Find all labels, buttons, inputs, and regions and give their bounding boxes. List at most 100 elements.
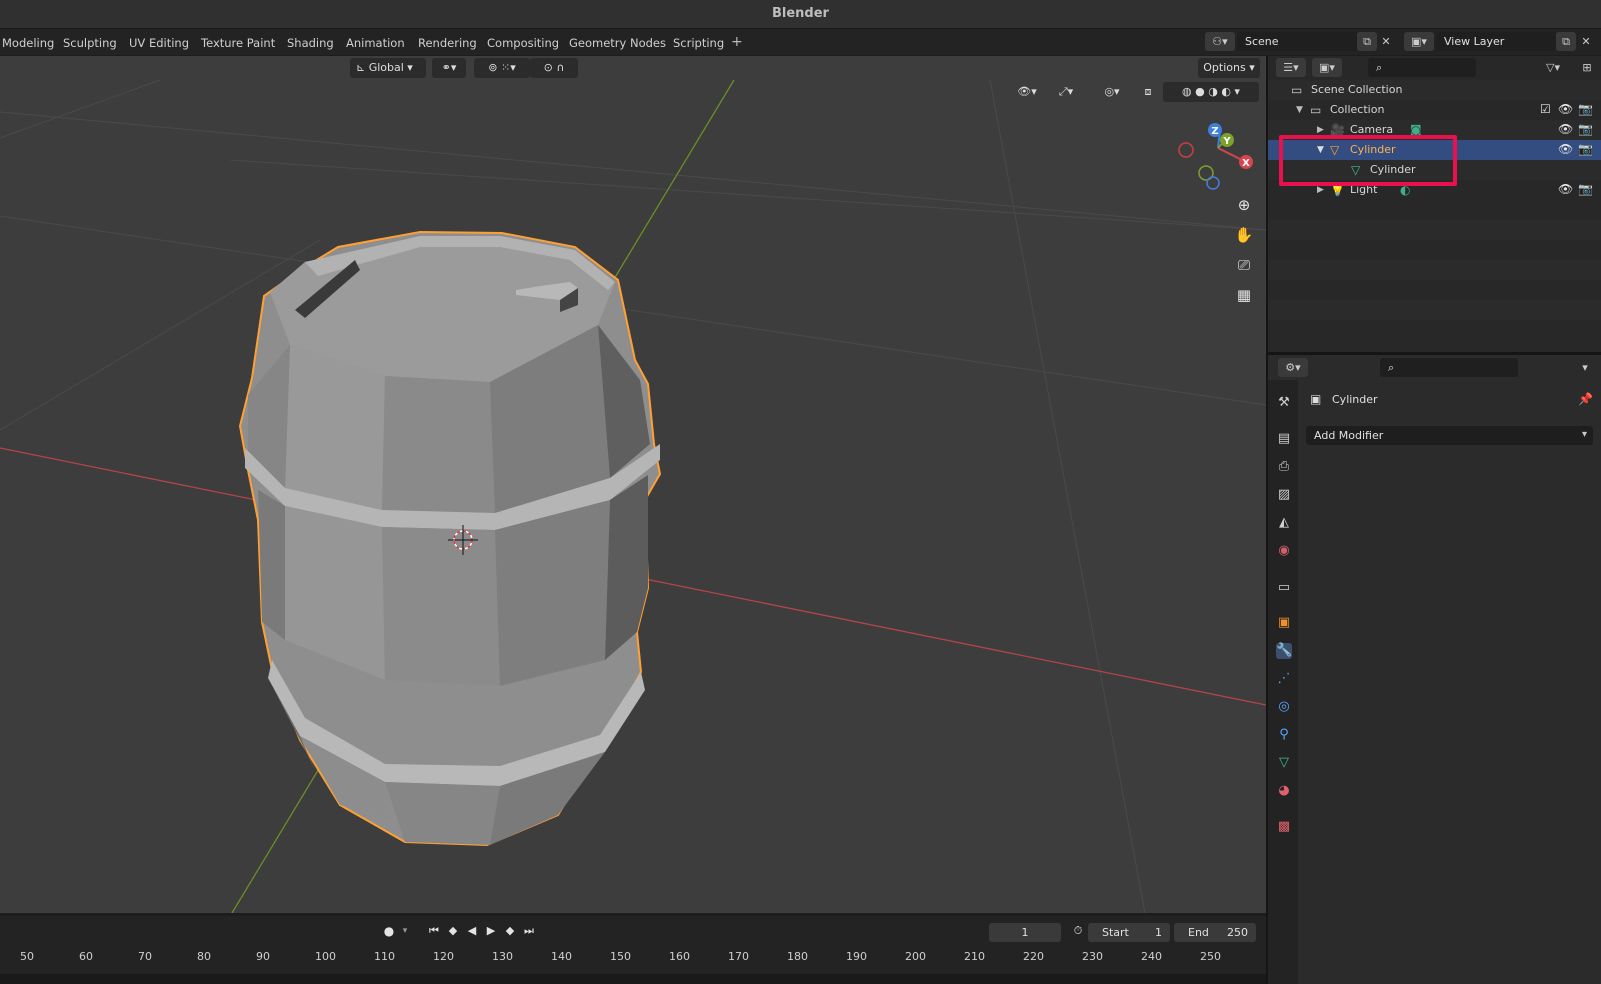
properties-options-icon[interactable]: ▾	[1574, 358, 1596, 377]
filter-icon[interactable]: ▽▾	[1538, 58, 1568, 77]
delete-view-layer-icon[interactable]: ✕	[1578, 32, 1594, 51]
expand-arrow-icon[interactable]: ▶	[1317, 185, 1324, 195]
tab-uv-editing[interactable]: UV Editing	[127, 35, 191, 52]
world-tab-icon[interactable]: ◉	[1276, 543, 1292, 559]
auto-keying-icon[interactable]: ●	[381, 923, 397, 939]
overlay-toggle-icon[interactable]: ◎▾	[1094, 82, 1130, 102]
render-camera-icon[interactable]: 📷	[1578, 122, 1593, 136]
3d-viewport[interactable]: Z Y X ⊾ Global ▾ ⚭▾ ⊚ ⁙▾ ⊙ ∩ Options ▾ 👁…	[0, 56, 1266, 913]
scene-tab-icon[interactable]: ◭	[1276, 515, 1292, 531]
view-layer-selector-icon[interactable]: ▣▾	[1404, 32, 1434, 51]
play-icon[interactable]: ▶	[483, 923, 499, 939]
svg-text:Y: Y	[1222, 136, 1231, 147]
visibility-icon[interactable]: 👁▾	[1012, 82, 1042, 102]
expand-arrow-icon[interactable]: ▼	[1296, 105, 1303, 115]
eye-icon[interactable]: 👁	[1558, 102, 1573, 116]
properties-editor-type-icon[interactable]: ⚙▾	[1278, 358, 1308, 377]
tab-texture-paint[interactable]: Texture Paint	[199, 35, 277, 52]
navigation-gizmo[interactable]: Z Y X	[1178, 123, 1253, 190]
start-label: Start	[1102, 926, 1129, 939]
view-layer-field[interactable]: View Layer	[1436, 32, 1556, 51]
ruler-tick-label: 180	[787, 950, 808, 963]
highlight-box	[1279, 135, 1457, 186]
delete-scene-icon[interactable]: ✕	[1378, 32, 1394, 51]
keying-options-icon[interactable]: ▾	[397, 923, 413, 939]
zoom-icon[interactable]: ⊕	[1232, 193, 1256, 217]
end-label: End	[1188, 926, 1209, 939]
collection-tab-icon[interactable]: ▭	[1276, 580, 1292, 596]
outliner-search-input[interactable]: ⌕	[1368, 58, 1476, 77]
proportional-edit-icon[interactable]: ⊙ ∩	[530, 58, 578, 78]
add-modifier-label: Add Modifier	[1314, 429, 1384, 442]
tab-animation[interactable]: Animation	[344, 35, 407, 52]
start-frame-field[interactable]: Start 1	[1088, 923, 1170, 942]
snap-icon[interactable]: ⊚ ⁙▾	[474, 58, 530, 78]
current-frame-field[interactable]: 1	[989, 923, 1061, 942]
next-keyframe-icon[interactable]: ◆	[502, 923, 518, 939]
end-frame-field[interactable]: End 250	[1174, 923, 1256, 942]
ortho-grid-icon[interactable]: ▦	[1232, 283, 1256, 307]
tab-sculpting[interactable]: Sculpting	[61, 35, 119, 52]
render-tab-icon[interactable]: ▤	[1276, 431, 1292, 447]
jump-start-icon[interactable]: ⏮	[426, 923, 442, 939]
transform-orientation-select[interactable]: ⊾ Global ▾	[350, 58, 426, 78]
scene-selector-icon[interactable]: ⚇▾	[1205, 32, 1235, 51]
jump-end-icon[interactable]: ⏭	[521, 923, 537, 939]
tool-tab-icon[interactable]: ⚒	[1276, 395, 1292, 411]
new-scene-icon[interactable]: ⧉	[1357, 32, 1377, 51]
outliner-row-scene-collection[interactable]: ▭ Scene Collection	[1268, 80, 1601, 100]
new-collection-icon[interactable]: ⊞	[1578, 58, 1596, 77]
prev-keyframe-icon[interactable]: ◆	[445, 923, 461, 939]
add-modifier-dropdown[interactable]: Add Modifier ▾	[1306, 426, 1593, 445]
expand-arrow-icon[interactable]: ▶	[1317, 125, 1324, 135]
output-tab-icon[interactable]: ⎙	[1276, 459, 1292, 475]
eye-icon[interactable]: 👁	[1558, 142, 1573, 156]
display-mode-icon[interactable]: ▣▾	[1312, 58, 1342, 77]
gizmo-toggle-icon[interactable]: ⤢▾	[1048, 82, 1084, 102]
editor-type-icon[interactable]: ☰▾	[1276, 58, 1306, 77]
pivot-point-icon[interactable]: ⚭▾	[432, 58, 466, 78]
constraints-tab-icon[interactable]: ⚲	[1276, 727, 1292, 743]
tab-modeling[interactable]: Modeling	[0, 35, 56, 52]
timeline-scrollbar[interactable]	[0, 974, 1266, 984]
add-workspace-button[interactable]: +	[731, 34, 743, 50]
outliner-row-collection[interactable]: ▼ ▭ Collection ☑ 👁 📷	[1268, 100, 1601, 120]
scene-name-field[interactable]: Scene	[1237, 32, 1357, 51]
modifier-tab-icon[interactable]: 🔧	[1276, 643, 1292, 659]
mesh-data-tab-icon[interactable]: ▽	[1276, 755, 1292, 771]
camera-view-icon[interactable]: ⎚	[1232, 253, 1256, 277]
render-camera-icon[interactable]: 📷	[1578, 182, 1593, 196]
ruler-tick-label: 60	[79, 950, 93, 963]
collection-icon: ▭	[1310, 103, 1322, 117]
new-view-layer-icon[interactable]: ⧉	[1556, 32, 1576, 51]
physics-tab-icon[interactable]: ◎	[1276, 699, 1292, 715]
object-tab-icon[interactable]: ▣	[1276, 615, 1292, 631]
play-reverse-icon[interactable]: ◀	[464, 923, 480, 939]
tab-rendering[interactable]: Rendering	[416, 35, 479, 52]
xray-toggle-icon[interactable]: ⧈	[1138, 82, 1158, 102]
ruler-tick-label: 230	[1082, 950, 1103, 963]
eye-icon[interactable]: 👁	[1558, 122, 1573, 136]
properties-search-input[interactable]: ⌕	[1380, 358, 1518, 377]
render-camera-icon[interactable]: 📷	[1578, 142, 1593, 156]
ruler-tick-label: 200	[905, 950, 926, 963]
barrel-mesh[interactable]	[238, 230, 662, 847]
tab-compositing[interactable]: Compositing	[485, 35, 561, 52]
ruler-tick-label: 130	[492, 950, 513, 963]
pin-icon[interactable]: 📌	[1578, 392, 1593, 406]
tab-geometry-nodes[interactable]: Geometry Nodes	[567, 35, 668, 52]
app-title: Blender	[772, 6, 829, 21]
options-button[interactable]: Options ▾	[1198, 58, 1260, 78]
material-tab-icon[interactable]: ◕	[1276, 783, 1292, 799]
render-camera-icon[interactable]: 📷	[1578, 102, 1593, 116]
particles-tab-icon[interactable]: ⋰	[1276, 671, 1292, 687]
tab-scripting[interactable]: Scripting	[671, 35, 726, 52]
exclude-checkbox-icon[interactable]: ☑	[1540, 102, 1551, 116]
tab-shading[interactable]: Shading	[285, 35, 336, 52]
preview-range-icon[interactable]: ⏱	[1070, 923, 1086, 939]
view-layer-tab-icon[interactable]: ▨	[1276, 487, 1292, 503]
eye-icon[interactable]: 👁	[1558, 182, 1573, 196]
shading-mode-icons[interactable]: ◍ ● ◑ ◐ ▾	[1163, 82, 1259, 102]
texture-tab-icon[interactable]: ▩	[1276, 819, 1292, 835]
pan-hand-icon[interactable]: ✋	[1232, 223, 1256, 247]
